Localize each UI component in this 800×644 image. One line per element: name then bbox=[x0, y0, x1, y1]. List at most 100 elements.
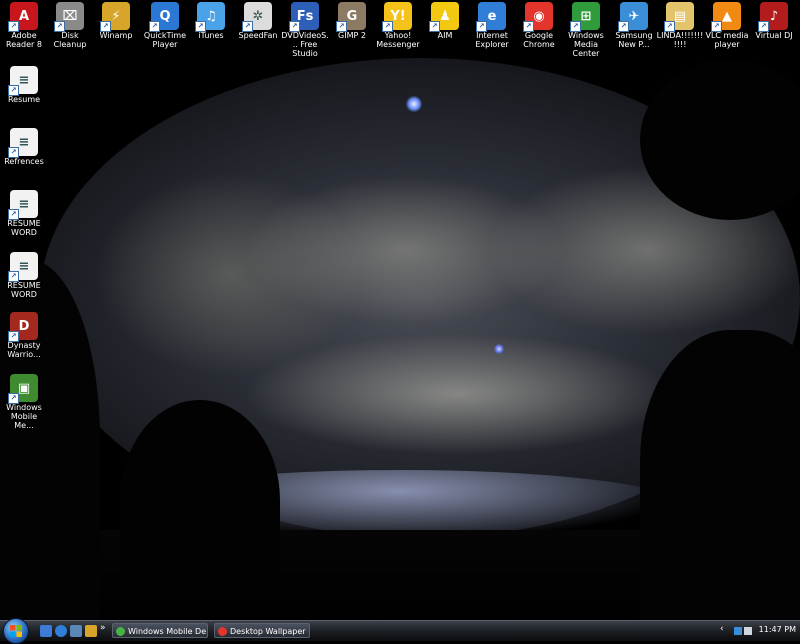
desktop-icon[interactable]: ♪ ↗ Virtual DJ bbox=[750, 0, 798, 40]
desktop-icon-label: Disk Cleanup bbox=[53, 31, 87, 49]
desktop-icon[interactable]: ⌧ ↗ Disk Cleanup bbox=[46, 0, 94, 49]
desktop-icon-label: VLC media player bbox=[705, 31, 749, 49]
desktop-icon[interactable]: ≡ ↗ Resume bbox=[0, 64, 48, 104]
shortcut-arrow-icon: ↗ bbox=[8, 85, 19, 96]
desktop-icon[interactable]: e ↗ Internet Explorer bbox=[468, 0, 516, 49]
itunes-icon: ♫ ↗ bbox=[195, 2, 225, 32]
show-desktop-icon[interactable] bbox=[40, 625, 52, 637]
desktop-icon[interactable]: Y! ↗ Yahoo! Messenger bbox=[374, 0, 422, 49]
shortcut-arrow-icon: ↗ bbox=[429, 21, 440, 32]
desktop-icon-label: Refrences bbox=[4, 157, 44, 166]
folder-icon: ▤ ↗ bbox=[664, 2, 694, 32]
shortcut-arrow-icon: ↗ bbox=[8, 147, 19, 158]
shortcut-arrow-icon: ↗ bbox=[382, 21, 393, 32]
shortcut-arrow-icon: ↗ bbox=[195, 21, 206, 32]
aim-icon: ♟ ↗ bbox=[429, 2, 459, 32]
desktop-icon[interactable]: ◉ ↗ Google Chrome bbox=[515, 0, 563, 49]
desktop-icon-label: Adobe Reader 8 bbox=[6, 31, 42, 49]
shortcut-arrow-icon: ↗ bbox=[8, 209, 19, 220]
shortcut-arrow-icon: ↗ bbox=[100, 21, 111, 32]
desktop-wallpaper bbox=[0, 0, 800, 620]
shortcut-arrow-icon: ↗ bbox=[242, 21, 253, 32]
internet-explorer-quicklaunch-icon[interactable] bbox=[55, 625, 67, 637]
wallpaper-star bbox=[494, 344, 504, 354]
desktop-icon[interactable]: ♫ ↗ iTunes bbox=[187, 0, 235, 40]
document-icon: ≡ ↗ bbox=[8, 128, 38, 158]
desktop-icon[interactable]: ▤ ↗ LINDA!!!!!!!!!!! bbox=[656, 0, 704, 49]
desktop-icon[interactable]: ≡ ↗ RESUME WORD bbox=[0, 188, 48, 237]
desktop-icon[interactable]: ⊞ ↗ Windows Media Center bbox=[562, 0, 610, 58]
shortcut-arrow-icon: ↗ bbox=[336, 21, 347, 32]
desktop-icon[interactable]: Fs ↗ DVDVideoS... Free Studio bbox=[281, 0, 329, 58]
desktop-icon[interactable]: ≡ ↗ RESUME WORD bbox=[0, 250, 48, 299]
desktop-icon[interactable]: ≡ ↗ Refrences bbox=[0, 126, 48, 166]
taskbar-window-button[interactable]: Windows Mobile De... bbox=[112, 623, 208, 638]
wallpaper-star bbox=[406, 96, 422, 112]
windows-mobile-task-icon bbox=[116, 627, 125, 636]
desktop-icon[interactable]: Q ↗ QuickTime Player bbox=[141, 0, 189, 49]
shortcut-arrow-icon: ↗ bbox=[664, 21, 675, 32]
wallpaper-tree bbox=[640, 330, 800, 620]
start-button[interactable] bbox=[3, 618, 29, 644]
desktop-icon-label: QuickTime Player bbox=[143, 31, 187, 49]
taskbar: » Windows Mobile De... Desktop Wallpaper … bbox=[0, 618, 800, 644]
desktop-icon[interactable]: ▣ ↗ Windows Mobile Me... bbox=[0, 372, 48, 430]
desktop-icon-label: Windows Media Center bbox=[568, 31, 604, 58]
desktop-icon-label: LINDA!!!!!!!!!!! bbox=[656, 31, 704, 49]
google-chrome-icon: ◉ ↗ bbox=[523, 2, 553, 32]
shortcut-arrow-icon: ↗ bbox=[8, 21, 19, 32]
desktop-icon-label: Samsung New P... bbox=[615, 31, 653, 49]
shortcut-arrow-icon: ↗ bbox=[570, 21, 581, 32]
shortcut-arrow-icon: ↗ bbox=[54, 21, 65, 32]
tray-expand-chevron[interactable]: ‹ bbox=[720, 624, 724, 634]
desktop-icon[interactable]: A ↗ Adobe Reader 8 bbox=[0, 0, 48, 49]
adobe-reader-icon: A ↗ bbox=[8, 2, 38, 32]
taskbar-window-label: Desktop Wallpaper ... bbox=[230, 627, 310, 636]
taskbar-window-label: Windows Mobile De... bbox=[128, 627, 208, 636]
switch-windows-icon[interactable] bbox=[70, 625, 82, 637]
desktop-icon-label: AIM bbox=[437, 31, 453, 40]
document-icon: ≡ ↗ bbox=[8, 66, 38, 96]
desktop-icon-label: Virtual DJ bbox=[755, 31, 793, 40]
desktop-icon[interactable]: G ↗ GIMP 2 bbox=[328, 0, 376, 40]
windows-media-center-icon: ⊞ ↗ bbox=[570, 2, 600, 32]
network-icon[interactable] bbox=[734, 627, 742, 635]
shortcut-arrow-icon: ↗ bbox=[8, 331, 19, 342]
windows-mobile-icon: ▣ ↗ bbox=[8, 374, 38, 404]
winamp-quicklaunch-icon[interactable] bbox=[85, 625, 97, 637]
shortcut-arrow-icon: ↗ bbox=[8, 393, 19, 404]
desktop-icon[interactable]: ⚡ ↗ Winamp bbox=[92, 0, 140, 40]
volume-icon[interactable] bbox=[744, 627, 752, 635]
taskbar-window-button[interactable]: Desktop Wallpaper ... bbox=[214, 623, 310, 638]
shortcut-arrow-icon: ↗ bbox=[149, 21, 160, 32]
desktop-icon[interactable]: ▲ ↗ VLC media player bbox=[703, 0, 751, 49]
desktop-icon-label: GIMP 2 bbox=[338, 31, 366, 40]
desktop-icon-label: Yahoo! Messenger bbox=[376, 31, 420, 49]
dynasty-warriors-icon: D ↗ bbox=[8, 312, 38, 342]
shortcut-arrow-icon: ↗ bbox=[711, 21, 722, 32]
shortcut-arrow-icon: ↗ bbox=[523, 21, 534, 32]
virtual-dj-icon: ♪ ↗ bbox=[758, 2, 788, 32]
desktop-icon[interactable]: ✲ ↗ SpeedFan bbox=[234, 0, 282, 40]
speedfan-icon: ✲ ↗ bbox=[242, 2, 272, 32]
desktop-icon-label: Google Chrome bbox=[523, 31, 555, 49]
windows-logo-icon bbox=[10, 625, 22, 637]
desktop-icon[interactable]: ✈ ↗ Samsung New P... bbox=[610, 0, 658, 49]
desktop-icon-label: Winamp bbox=[99, 31, 133, 40]
desktop-icon-label: SpeedFan bbox=[238, 31, 278, 40]
dvdvideosoft-icon: Fs ↗ bbox=[289, 2, 319, 32]
desktop-icon[interactable]: ♟ ↗ AIM bbox=[421, 0, 469, 40]
samsung-icon: ✈ ↗ bbox=[618, 2, 648, 32]
internet-explorer-icon: e ↗ bbox=[476, 2, 506, 32]
shortcut-arrow-icon: ↗ bbox=[758, 21, 769, 32]
quicklaunch-overflow-chevron[interactable]: » bbox=[100, 623, 106, 633]
word-document-icon: ≡ ↗ bbox=[8, 252, 38, 282]
vlc-icon: ▲ ↗ bbox=[711, 2, 741, 32]
gimp-icon: G ↗ bbox=[336, 2, 366, 32]
shortcut-arrow-icon: ↗ bbox=[476, 21, 487, 32]
taskbar-clock[interactable]: 11:47 PM bbox=[759, 625, 796, 634]
yahoo-messenger-icon: Y! ↗ bbox=[382, 2, 412, 32]
desktop-icon[interactable]: D ↗ Dynasty Warrio... bbox=[0, 310, 48, 359]
quicktime-icon: Q ↗ bbox=[149, 2, 179, 32]
desktop-icon-label: Resume bbox=[7, 95, 41, 104]
